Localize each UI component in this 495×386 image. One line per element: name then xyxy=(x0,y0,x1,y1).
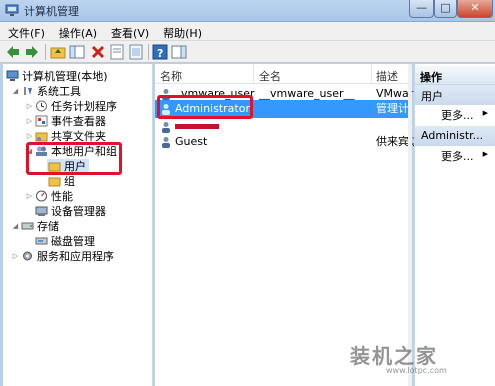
disk-icon xyxy=(35,237,48,245)
delete-icon[interactable] xyxy=(90,44,106,60)
storage-icon xyxy=(21,222,34,230)
window-title: 计算机管理 xyxy=(24,5,79,18)
minimize-button[interactable]: — xyxy=(409,0,434,18)
tree-item-label: 系统工具 xyxy=(37,85,81,98)
menu-help[interactable]: 帮助(H) xyxy=(155,22,208,41)
tree-item-system-tools[interactable]: ◢ 系统工具 xyxy=(11,84,81,99)
tree-item-storage[interactable]: ◢ 存储 xyxy=(11,219,59,234)
tree-item-services-apps[interactable]: ▷ 服务和应用程序 xyxy=(11,249,114,264)
tree-item-label: 磁盘管理 xyxy=(51,235,95,248)
tree-item-label: 设备管理器 xyxy=(51,205,106,218)
column-divider[interactable] xyxy=(371,64,372,84)
tree-item-label: 事件查看器 xyxy=(51,115,106,128)
collapse-arrow-icon[interactable]: ◢ xyxy=(11,84,20,99)
tree-item-disk-management[interactable]: 磁盘管理 xyxy=(34,234,95,249)
tree-item-label: 任务计划程序 xyxy=(51,100,117,113)
tree-item-label: 计算机管理(本地) xyxy=(22,70,108,83)
redacted-name xyxy=(175,124,219,129)
list-column-header: 名称 全名 描述 xyxy=(155,64,412,84)
maximize-button[interactable]: □ xyxy=(434,0,457,18)
properties-icon[interactable] xyxy=(109,44,125,60)
user-icon xyxy=(162,122,170,133)
navigation-tree: 计算机管理(本地) ◢ 系统工具 ▷ 任务计划程序 ▷ 事件查看器 ▷ 共享文件… xyxy=(3,64,153,386)
column-divider[interactable] xyxy=(253,64,254,84)
column-name[interactable]: 名称 xyxy=(160,68,182,84)
help-icon[interactable]: ? xyxy=(152,44,168,60)
column-full-name[interactable]: 全名 xyxy=(259,68,281,84)
shared-folder-icon xyxy=(35,132,48,142)
action-pane-toggle-icon[interactable] xyxy=(171,44,187,60)
svg-text:?: ? xyxy=(157,47,163,60)
tree-item-task-scheduler[interactable]: ▷ 任务计划程序 xyxy=(25,99,117,114)
tree-item-label: 存储 xyxy=(37,220,59,233)
tree-item-groups[interactable]: 组 xyxy=(47,174,75,189)
toolbar-separator xyxy=(45,44,46,60)
forward-arrow-icon[interactable] xyxy=(24,44,40,60)
toolbox-icon xyxy=(24,87,32,95)
toolbar: ? xyxy=(0,41,495,63)
collapse-arrow-icon[interactable]: ◢ xyxy=(11,219,20,234)
expand-arrow-icon[interactable]: ▷ xyxy=(25,114,34,129)
watermark-logo: 装机之家 xyxy=(350,344,438,368)
more-actions-label: 更多... xyxy=(441,109,474,122)
submenu-arrow-icon: ▶ xyxy=(482,109,488,117)
action-section-users[interactable]: 用户 xyxy=(415,85,495,105)
close-button[interactable]: ✕ xyxy=(457,0,493,18)
column-description[interactable]: 描述 xyxy=(376,68,398,84)
expand-arrow-icon[interactable]: ▷ xyxy=(11,249,20,264)
annotation-box-administrator xyxy=(157,95,253,119)
watermark-url: www.lotpc.com xyxy=(386,366,447,375)
folder-icon xyxy=(48,177,61,187)
title-bar: 计算机管理 — □ ✕ xyxy=(0,0,495,22)
clock-icon xyxy=(36,100,47,112)
expand-arrow-icon[interactable]: ▷ xyxy=(25,189,34,204)
tree-item-label: 服务和应用程序 xyxy=(37,250,114,263)
action-pane: 操作 用户 更多... ▶ Administr... 更多... ▶ xyxy=(414,64,495,386)
computer-management-icon xyxy=(5,4,19,16)
user-description: 管理计 xyxy=(376,102,409,115)
back-arrow-icon[interactable] xyxy=(5,44,21,60)
more-actions-administrator[interactable]: 更多... ▶ xyxy=(415,146,495,164)
tree-item-label: 性能 xyxy=(51,190,73,203)
tree-item-performance[interactable]: ▷ 性能 xyxy=(25,189,73,204)
show-hide-tree-icon[interactable] xyxy=(69,44,85,60)
user-name: Guest xyxy=(175,135,208,148)
up-folder-icon[interactable] xyxy=(50,44,66,60)
tree-item-event-viewer[interactable]: ▷ 事件查看器 xyxy=(25,114,106,129)
user-icon xyxy=(162,137,170,148)
tree-item-root[interactable]: 计算机管理(本地) xyxy=(5,69,108,84)
menu-bar: 文件(F) 操作(A) 查看(V) 帮助(H) xyxy=(0,22,495,41)
toolbar-separator xyxy=(148,44,149,60)
computer-management-icon xyxy=(6,70,19,81)
menu-action[interactable]: 操作(A) xyxy=(51,22,103,41)
action-section-administrator[interactable]: Administr... xyxy=(415,126,495,146)
action-pane-header: 操作 xyxy=(415,66,495,85)
expand-arrow-icon[interactable]: ▷ xyxy=(25,99,34,114)
performance-icon xyxy=(36,190,47,202)
export-list-icon[interactable] xyxy=(128,44,144,60)
tree-item-device-manager[interactable]: 设备管理器 xyxy=(34,204,106,219)
annotation-box-local-users xyxy=(26,142,122,175)
event-viewer-icon xyxy=(35,115,48,127)
tree-item-label: 组 xyxy=(64,175,75,188)
menu-file[interactable]: 文件(F) xyxy=(0,22,51,41)
more-actions-label: 更多... xyxy=(441,150,474,163)
submenu-arrow-icon: ▶ xyxy=(482,150,488,158)
list-scrollbar[interactable] xyxy=(408,64,412,386)
device-manager-icon xyxy=(35,206,48,216)
menu-view[interactable]: 查看(V) xyxy=(103,22,155,41)
services-icon xyxy=(23,251,32,261)
list-item[interactable]: Guest 供来宾访 xyxy=(155,133,420,151)
more-actions-users[interactable]: 更多... ▶ xyxy=(415,105,495,123)
